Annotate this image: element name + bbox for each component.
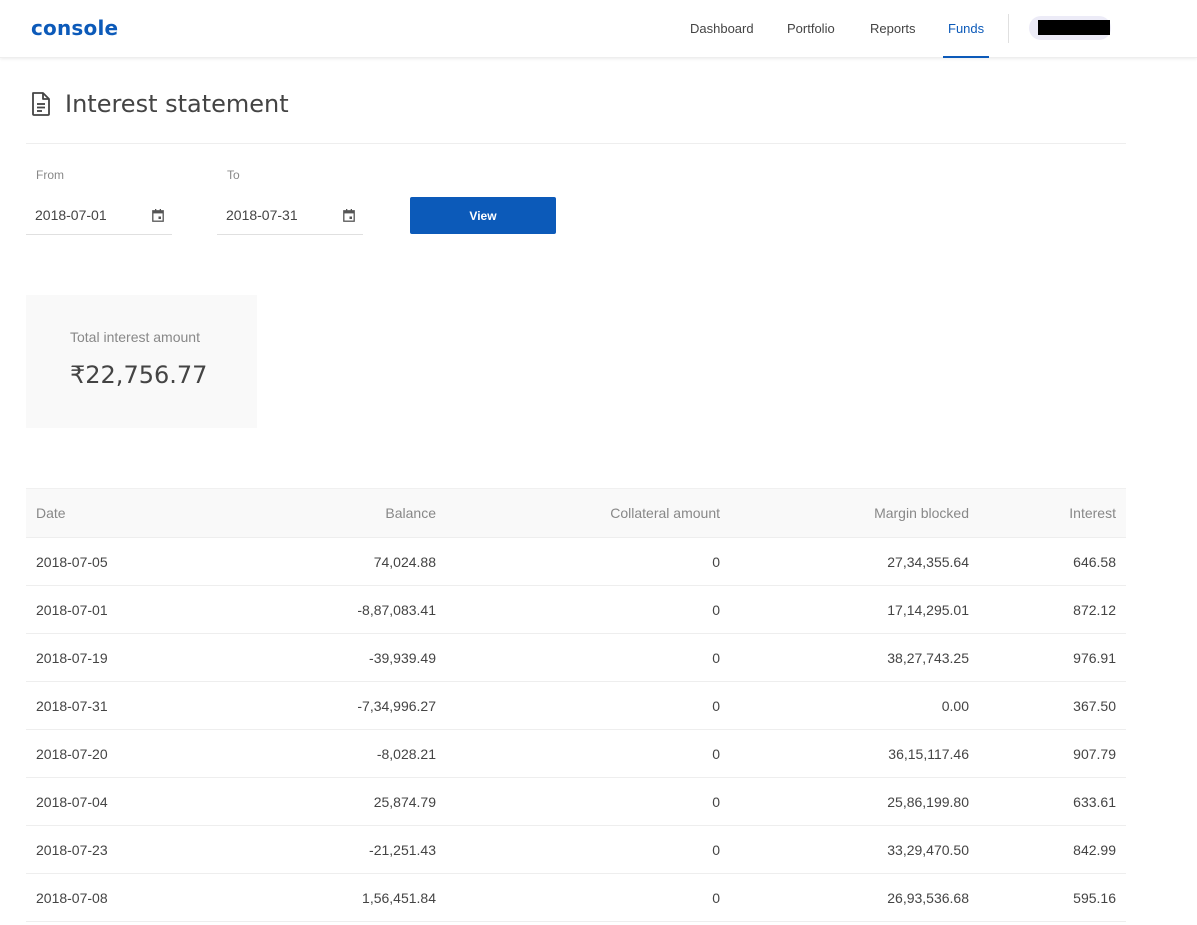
from-label: From bbox=[36, 168, 64, 182]
active-tab-indicator bbox=[943, 56, 990, 58]
cell-balance: -8,028.21 bbox=[206, 729, 446, 778]
total-interest-card: Total interest amount ₹22,756.77 bbox=[26, 295, 257, 428]
cell-interest: 842.99 bbox=[979, 825, 1126, 874]
nav-dashboard-label: Dashboard bbox=[690, 21, 754, 36]
to-label: To bbox=[227, 168, 240, 182]
table-row: 2018-07-19 -39,939.49 0 38,27,743.25 976… bbox=[26, 633, 1126, 682]
title-divider bbox=[26, 143, 1126, 144]
cell-date: 2018-07-31 bbox=[26, 681, 206, 730]
cell-collateral: 0 bbox=[446, 681, 730, 730]
header-date[interactable]: Date bbox=[26, 488, 206, 538]
cell-collateral: 0 bbox=[446, 777, 730, 826]
cell-date: 2018-07-20 bbox=[26, 729, 206, 778]
cell-balance: -8,87,083.41 bbox=[206, 585, 446, 634]
cell-interest: 633.61 bbox=[979, 777, 1126, 826]
table-header-row: Date Balance Collateral amount Margin bl… bbox=[26, 488, 1126, 538]
cell-balance: 1,56,451.84 bbox=[206, 873, 446, 922]
cell-collateral: 0 bbox=[446, 825, 730, 874]
nav-divider bbox=[1008, 14, 1009, 43]
cell-margin: 0.00 bbox=[730, 681, 979, 730]
to-date-input[interactable] bbox=[226, 207, 336, 223]
cell-date: 2018-07-04 bbox=[26, 777, 206, 826]
nav-portfolio[interactable]: Portfolio bbox=[787, 0, 835, 58]
cell-margin: 17,14,295.01 bbox=[730, 585, 979, 634]
table-row: 2018-07-01 -8,87,083.41 0 17,14,295.01 8… bbox=[26, 585, 1126, 634]
cell-interest: 367.50 bbox=[979, 681, 1126, 730]
cell-margin: 25,86,199.80 bbox=[730, 777, 979, 826]
cell-interest: 595.16 bbox=[979, 873, 1126, 922]
table-row: 2018-07-23 -21,251.43 0 33,29,470.50 842… bbox=[26, 825, 1126, 874]
table-row: 2018-07-31 -7,34,996.27 0 0.00 367.50 bbox=[26, 681, 1126, 730]
nav-reports-label: Reports bbox=[870, 21, 916, 36]
cell-balance: -39,939.49 bbox=[206, 633, 446, 682]
cell-interest: 907.79 bbox=[979, 729, 1126, 778]
cell-margin: 38,27,743.25 bbox=[730, 633, 979, 682]
cell-date: 2018-07-05 bbox=[26, 537, 206, 586]
calendar-icon[interactable] bbox=[343, 209, 355, 222]
cell-margin: 36,15,117.46 bbox=[730, 729, 979, 778]
cell-collateral: 0 bbox=[446, 537, 730, 586]
cell-date: 2018-07-01 bbox=[26, 585, 206, 634]
cell-collateral: 0 bbox=[446, 729, 730, 778]
from-date-input[interactable] bbox=[35, 207, 145, 223]
cell-margin: 26,93,536.68 bbox=[730, 873, 979, 922]
nav-reports[interactable]: Reports bbox=[870, 0, 916, 58]
cell-margin: 33,29,470.50 bbox=[730, 825, 979, 874]
table-row: 2018-07-04 25,874.79 0 25,86,199.80 633.… bbox=[26, 777, 1126, 826]
view-button[interactable]: View bbox=[410, 197, 556, 234]
cell-collateral: 0 bbox=[446, 633, 730, 682]
header-margin-blocked[interactable]: Margin blocked bbox=[730, 488, 979, 538]
page-title: Interest statement bbox=[31, 90, 289, 118]
total-interest-value: ₹22,756.77 bbox=[70, 361, 208, 389]
cell-date: 2018-07-19 bbox=[26, 633, 206, 682]
cell-collateral: 0 bbox=[446, 585, 730, 634]
calendar-icon[interactable] bbox=[152, 209, 164, 222]
table-row: 2018-07-08 1,56,451.84 0 26,93,536.68 59… bbox=[26, 873, 1126, 922]
cell-collateral: 0 bbox=[446, 873, 730, 922]
nav-dashboard[interactable]: Dashboard bbox=[690, 0, 754, 58]
total-interest-label: Total interest amount bbox=[70, 329, 200, 345]
cell-balance: -7,34,996.27 bbox=[206, 681, 446, 730]
cell-balance: 74,024.88 bbox=[206, 537, 446, 586]
user-id-redacted: XX0000 bbox=[1038, 20, 1110, 35]
document-icon bbox=[32, 92, 50, 116]
nav-portfolio-label: Portfolio bbox=[787, 21, 835, 36]
cell-margin: 27,34,355.64 bbox=[730, 537, 979, 586]
table-row: 2018-07-05 74,024.88 0 27,34,355.64 646.… bbox=[26, 537, 1126, 586]
cell-date: 2018-07-23 bbox=[26, 825, 206, 874]
cell-balance: 25,874.79 bbox=[206, 777, 446, 826]
cell-date: 2018-07-08 bbox=[26, 873, 206, 922]
cell-interest: 976.91 bbox=[979, 633, 1126, 682]
page-title-text: Interest statement bbox=[65, 90, 289, 118]
nav-funds-label: Funds bbox=[948, 21, 985, 36]
nav-funds[interactable]: Funds bbox=[943, 0, 990, 58]
to-date-field[interactable] bbox=[217, 198, 363, 235]
table-row: 2018-07-20 -8,028.21 0 36,15,117.46 907.… bbox=[26, 729, 1126, 778]
interest-table: Date Balance Collateral amount Margin bl… bbox=[26, 488, 1126, 922]
header-collateral-amount[interactable]: Collateral amount bbox=[446, 488, 730, 538]
header-interest[interactable]: Interest bbox=[979, 488, 1126, 538]
cell-interest: 872.12 bbox=[979, 585, 1126, 634]
top-navbar: console Dashboard Portfolio Reports Fund… bbox=[0, 0, 1197, 58]
cell-balance: -21,251.43 bbox=[206, 825, 446, 874]
user-menu[interactable]: XX0000 bbox=[1029, 16, 1111, 40]
from-date-field[interactable] bbox=[26, 198, 172, 235]
cell-interest: 646.58 bbox=[979, 537, 1126, 586]
header-balance[interactable]: Balance bbox=[206, 488, 446, 538]
console-logo[interactable]: console bbox=[31, 16, 118, 40]
